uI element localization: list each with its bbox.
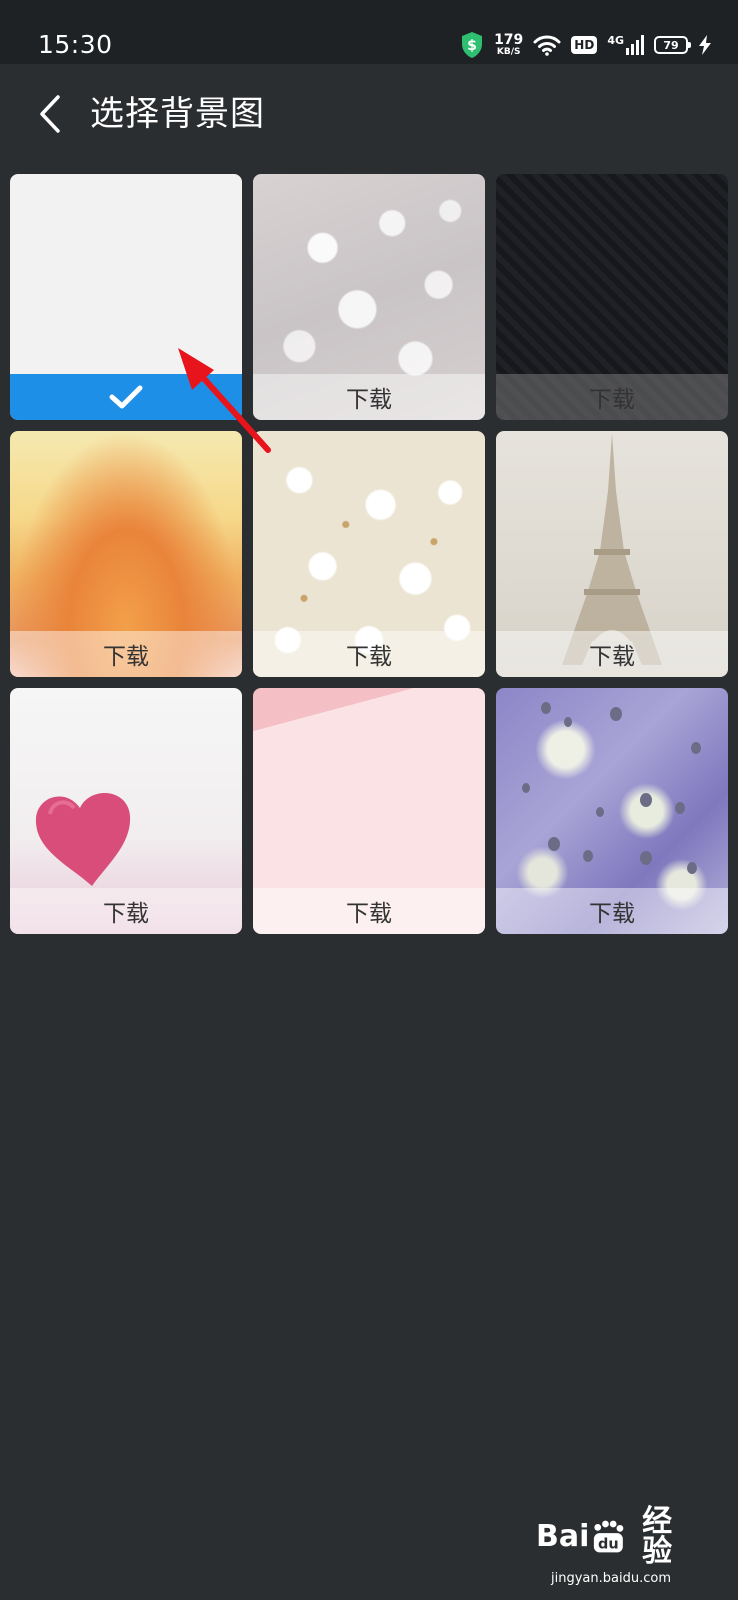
download-button[interactable]: 下载 <box>496 631 728 677</box>
background-tile-flowers[interactable]: 下载 <box>253 431 485 677</box>
hd-badge: HD <box>571 36 598 54</box>
network-speed: 179 KB/S <box>494 33 523 57</box>
baidu-paw-icon: du <box>594 1520 624 1553</box>
download-button[interactable]: 下载 <box>496 374 728 420</box>
top-bar: 选择背景图 <box>0 64 738 164</box>
download-button[interactable]: 下载 <box>253 374 485 420</box>
wifi-icon <box>533 35 561 56</box>
background-tile-pink-paper[interactable]: 下载 <box>253 688 485 934</box>
watermark-logo-right: 经验 <box>642 1504 673 1569</box>
page-title: 选择背景图 <box>90 94 265 134</box>
background-tile-eiffel-tower[interactable]: 下载 <box>496 431 728 677</box>
checkmark-icon <box>109 385 143 409</box>
watermark-logo-left: Bai <box>536 1519 590 1554</box>
download-button[interactable]: 下载 <box>253 888 485 934</box>
background-tile-heart[interactable]: 下载 <box>10 688 242 934</box>
baidu-jingyan-watermark: Bai du 经验 jingyan.baidu.com <box>536 1507 686 1587</box>
background-tile-dark[interactable]: 下载 <box>496 174 728 420</box>
network-type: 4G <box>607 34 624 47</box>
selected-indicator <box>10 374 242 420</box>
svg-text:$: $ <box>467 38 477 54</box>
battery-level: 79 <box>663 38 679 52</box>
watermark-logo: Bai du 经验 <box>536 1507 686 1567</box>
background-grid: 下载 下载 下载 下载 下载 下载 下载 下载 <box>10 174 728 934</box>
download-button[interactable]: 下载 <box>10 888 242 934</box>
cellular-signal: 4G <box>607 35 644 55</box>
watermark-url: jingyan.baidu.com <box>551 1571 671 1586</box>
background-tile-bokeh[interactable]: 下载 <box>253 174 485 420</box>
download-button[interactable]: 下载 <box>10 631 242 677</box>
download-button[interactable]: 下载 <box>496 888 728 934</box>
charging-bolt-icon <box>699 35 711 55</box>
background-tile-gold-glitter[interactable]: 下载 <box>10 431 242 677</box>
battery-icon: 79 <box>654 36 691 54</box>
svg-text:du: du <box>598 1537 619 1553</box>
download-button[interactable]: 下载 <box>253 631 485 677</box>
network-speed-value: 179 <box>494 32 524 48</box>
background-tile-rain-drops[interactable]: 下载 <box>496 688 728 934</box>
status-bar: 15:30 $ 179 KB/S HD 4G 79 <box>0 0 738 64</box>
status-icons: $ 179 KB/S HD 4G 79 <box>460 30 712 60</box>
back-button[interactable] <box>30 90 70 138</box>
security-shield-icon: $ <box>462 32 483 58</box>
signal-bars-icon <box>626 35 644 55</box>
status-time: 15:30 <box>38 30 113 59</box>
chevron-left-icon <box>40 95 60 133</box>
network-speed-unit: KB/S <box>496 47 521 57</box>
background-tile-white[interactable] <box>10 174 242 420</box>
